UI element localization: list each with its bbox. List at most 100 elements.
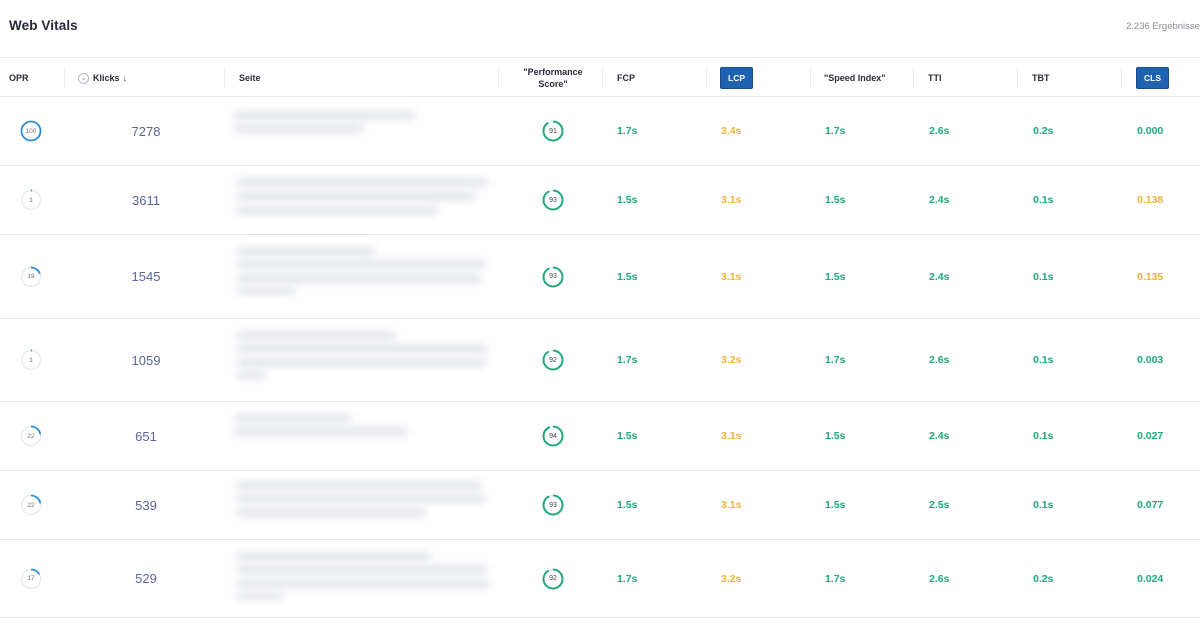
- lcp-value: 3.1s: [721, 194, 742, 206]
- performance-score-value: 92: [549, 575, 557, 582]
- tbt-value: 0.1s: [1033, 194, 1054, 206]
- blurred-text: [236, 565, 488, 574]
- blurred-text: [236, 344, 488, 353]
- tbt-value: 0.1s: [1033, 270, 1054, 283]
- performance-score-cell: 92: [542, 319, 564, 401]
- lcp-value: 3.1s: [721, 270, 742, 283]
- opr-value: 22: [27, 432, 35, 440]
- performance-score-cell: 93: [542, 166, 564, 234]
- speed-index-value: 1.7s: [825, 125, 846, 137]
- blurred-text: [236, 287, 296, 295]
- fcp-value: 1.5s: [617, 430, 638, 442]
- opr-gauge: 17: [20, 568, 42, 590]
- opr-gauge: 1: [20, 189, 42, 211]
- blurred-text: [236, 579, 490, 588]
- blurred-text: [236, 494, 486, 503]
- blurred-text: [236, 192, 476, 201]
- opr-cell: 100: [20, 97, 42, 165]
- table-row[interactable]: 100 7278 91 1.7s 3.4s 1.7s 2.6s 0.2s 0.000: [0, 97, 1200, 166]
- performance-label-line2: Score": [538, 79, 568, 89]
- column-divider: [498, 68, 499, 88]
- table-row[interactable]: 19 1545 93 1.5s 3.1s 1.5s 2.4s 0.1s 0.135: [0, 235, 1200, 319]
- column-divider: [602, 68, 603, 88]
- blurred-text: [236, 358, 486, 367]
- opr-value: 1: [29, 356, 33, 364]
- speed-index-value: 1.7s: [825, 354, 846, 366]
- table-row[interactable]: 1 1059 92 1.7s 3.2s 1.7s 2.6s 0.1s 0.003: [0, 319, 1200, 402]
- opr-cell: 17: [20, 540, 42, 617]
- tti-value: 2.6s: [929, 572, 950, 585]
- fcp-value: 1.7s: [617, 572, 638, 585]
- performance-score-gauge: 92: [542, 568, 564, 590]
- page-header: Web Vitals 2.236 Ergebnisse: [0, 0, 1200, 58]
- opr-cell: 22: [20, 402, 42, 470]
- opr-cell: 19: [20, 235, 42, 318]
- blurred-text: [236, 552, 432, 561]
- tbt-value: 0.2s: [1033, 572, 1054, 585]
- opr-cell: 22: [20, 471, 42, 539]
- opr-cell: 1: [20, 166, 42, 234]
- column-header-speed-index[interactable]: "Speed Index": [824, 59, 886, 97]
- column-header-klicks[interactable]: ⌄ Klicks ↓: [78, 59, 127, 97]
- table-row[interactable]: 1 3611 93 1.5s 3.1s 1.5s 2.4s 0.1s 0.138: [0, 166, 1200, 235]
- opr-value: 22: [27, 501, 35, 509]
- speed-index-value: 1.5s: [825, 499, 846, 511]
- performance-score-value: 92: [549, 356, 557, 364]
- table-row[interactable]: 22 539 93 1.5s 3.1s 1.5s 2.5s 0.1s 0.077: [0, 471, 1200, 540]
- column-header-tbt[interactable]: TBT: [1032, 59, 1050, 97]
- klicks-value: 529: [135, 571, 157, 586]
- klicks-value: 1059: [131, 352, 161, 368]
- opr-gauge: 22: [20, 425, 42, 447]
- cls-value: 0.077: [1137, 499, 1164, 511]
- performance-score-value: 94: [549, 432, 557, 440]
- cls-value: 0.000: [1137, 125, 1164, 137]
- klicks-value: 1545: [131, 269, 161, 284]
- tti-value: 2.4s: [929, 430, 950, 442]
- column-header-opr[interactable]: OPR: [9, 59, 29, 97]
- column-divider: [64, 68, 65, 88]
- cls-badge: CLS: [1136, 67, 1169, 89]
- performance-score-cell: 93: [542, 471, 564, 539]
- column-header-lcp[interactable]: LCP: [720, 59, 753, 97]
- chevron-down-icon[interactable]: ⌄: [78, 72, 89, 84]
- performance-score-gauge: 92: [542, 349, 564, 371]
- tti-value: 2.6s: [929, 125, 950, 137]
- column-header-tti[interactable]: TTI: [928, 59, 942, 97]
- lcp-value: 3.2s: [721, 572, 742, 585]
- fcp-value: 1.7s: [617, 354, 638, 366]
- performance-score-value: 91: [549, 127, 557, 135]
- blurred-text: [234, 124, 364, 133]
- tbt-value: 0.1s: [1033, 430, 1054, 442]
- blurred-text: [236, 592, 284, 600]
- cls-value: 0.003: [1137, 354, 1164, 366]
- cls-value: 0.027: [1137, 430, 1164, 442]
- column-header-performance-score[interactable]: "Performance Score": [504, 59, 602, 97]
- klicks-value: 3611: [132, 192, 160, 208]
- column-header-fcp[interactable]: FCP: [617, 59, 635, 97]
- fcp-value: 1.5s: [617, 270, 638, 283]
- performance-label-line1: "Performance: [523, 67, 583, 77]
- blurred-text: [236, 178, 488, 187]
- column-divider: [810, 68, 811, 88]
- blurred-text: [236, 274, 482, 283]
- table-row[interactable]: 17 529 92 1.7s 3.2s 1.7s 2.6s 0.2s 0.024: [0, 540, 1200, 618]
- klicks-value: 539: [135, 497, 157, 513]
- blurred-text: [236, 260, 486, 269]
- performance-score-cell: 91: [542, 97, 564, 165]
- tti-value: 2.6s: [929, 354, 950, 366]
- opr-gauge: 100: [20, 120, 42, 142]
- klicks-value: 651: [135, 428, 157, 444]
- fcp-value: 1.5s: [617, 499, 638, 511]
- column-header-cls[interactable]: CLS: [1136, 59, 1169, 97]
- performance-score-value: 93: [549, 196, 557, 204]
- performance-score-cell: 93: [542, 235, 564, 318]
- column-header-seite[interactable]: Seite: [239, 59, 261, 97]
- opr-gauge: 22: [20, 494, 42, 516]
- table-row[interactable]: 22 651 94 1.5s 3.1s 1.5s 2.4s 0.1s 0.027: [0, 402, 1200, 471]
- performance-score-gauge: 91: [542, 120, 564, 142]
- blurred-text: [236, 331, 396, 340]
- column-divider: [1017, 68, 1018, 88]
- cls-value: 0.024: [1137, 572, 1164, 585]
- speed-index-value: 1.7s: [825, 572, 846, 585]
- tbt-value: 0.1s: [1033, 499, 1054, 511]
